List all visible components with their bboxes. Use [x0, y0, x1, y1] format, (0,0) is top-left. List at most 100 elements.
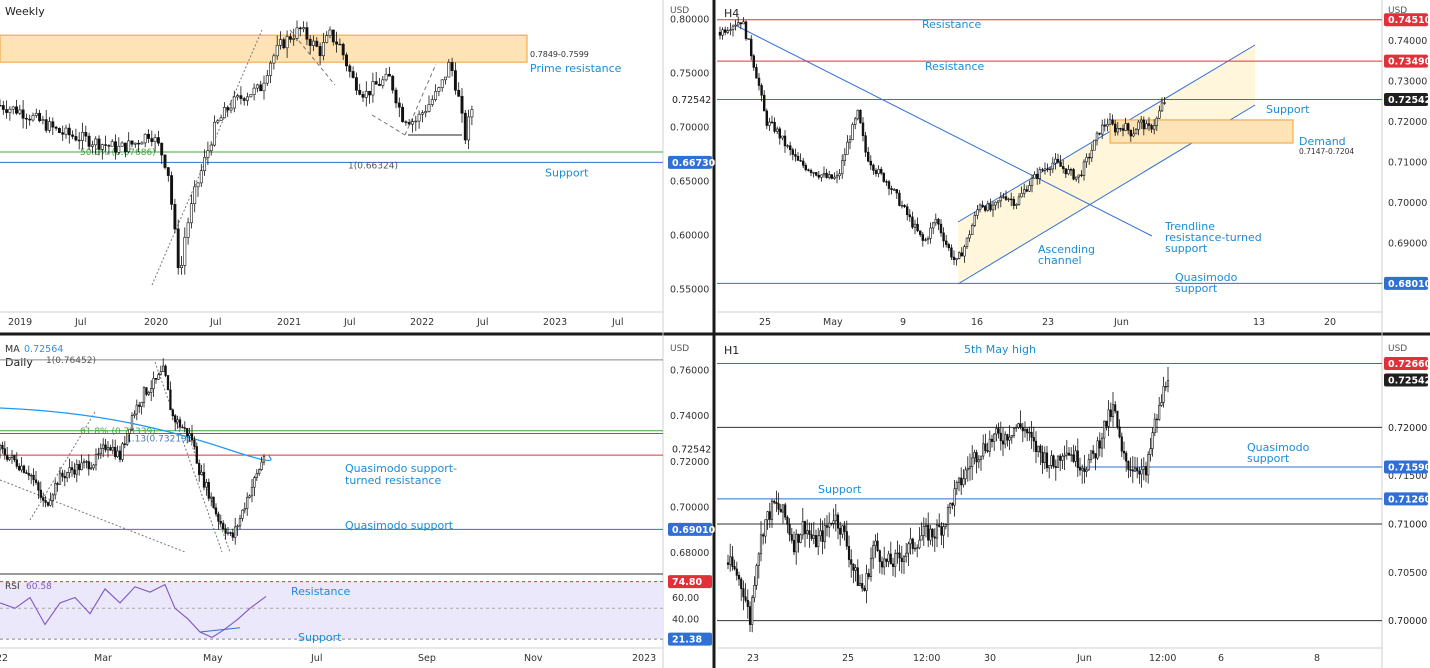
candle-body	[54, 126, 58, 129]
candle-body	[986, 203, 990, 211]
candle-body	[963, 246, 966, 257]
candle-body	[236, 525, 239, 528]
candle-body	[827, 174, 831, 178]
candle-body	[944, 524, 947, 527]
candle-body	[924, 239, 927, 241]
candle-body	[1125, 452, 1128, 462]
candle-body	[856, 567, 859, 586]
candle-body	[128, 428, 131, 434]
candle-body	[116, 450, 119, 457]
candle-body	[414, 120, 418, 123]
candle-body	[1090, 149, 1094, 159]
candle-body	[895, 189, 899, 194]
candle-body	[757, 77, 761, 86]
candle-body	[909, 538, 912, 545]
candle-body	[1077, 174, 1081, 178]
candle-body	[1061, 455, 1064, 461]
candle-body	[121, 443, 124, 460]
candle-body	[971, 457, 974, 468]
candle-body	[199, 170, 203, 184]
candle-body	[1035, 174, 1039, 179]
candle-body	[174, 415, 177, 423]
candle-body	[1012, 198, 1016, 206]
quasimodo-label-2: support	[1175, 282, 1218, 295]
candle-body	[1094, 453, 1097, 459]
candle-body	[848, 139, 852, 143]
candle-body	[931, 222, 935, 229]
candle-body	[843, 154, 847, 162]
candle-body	[1132, 133, 1135, 137]
candle-body	[54, 483, 57, 496]
candle-body	[747, 38, 750, 40]
candle-body	[1067, 452, 1071, 456]
candle-body	[973, 215, 977, 226]
x-tick-weekly: 2022	[410, 317, 434, 328]
candle-body	[22, 465, 26, 473]
candle-body	[735, 568, 738, 576]
y-tick-h4: 0.69000	[1388, 239, 1427, 250]
currency-label-daily: USD	[670, 344, 689, 354]
x-tick-daily: Jul	[310, 653, 322, 664]
candle-body	[733, 566, 736, 570]
candle-body	[205, 482, 208, 488]
candle-body	[768, 121, 771, 126]
candle-body	[1028, 431, 1031, 434]
panel-title-h4: H4	[724, 7, 739, 20]
candle-body	[1140, 469, 1143, 475]
candle-body	[130, 140, 134, 145]
candle-body	[775, 128, 779, 132]
y-tick-daily: 0.76000	[670, 366, 709, 377]
candle-body	[905, 206, 909, 216]
candle-body	[808, 530, 811, 535]
candle-body	[1067, 169, 1070, 175]
candle-body	[1002, 196, 1005, 198]
candle-body	[801, 160, 805, 166]
candle-body	[1041, 451, 1044, 464]
price-badge-value: 0.71000	[1388, 520, 1427, 531]
candle-body	[1065, 452, 1068, 456]
candle-body	[262, 456, 266, 463]
y-tick-daily: 0.70000	[670, 502, 709, 513]
candle-body	[799, 534, 802, 543]
rsi-badge-lower: 21.38	[668, 632, 712, 646]
candle-body	[1048, 168, 1052, 171]
candle-body	[850, 559, 853, 565]
candle-body	[806, 530, 809, 535]
candle-body	[147, 133, 150, 139]
candle-body	[48, 121, 51, 131]
candle-body	[1119, 128, 1122, 130]
candle-body	[957, 252, 961, 259]
candle-body	[97, 138, 101, 150]
candle-body	[921, 234, 925, 241]
x-tick-weekly: Jul	[611, 317, 623, 328]
candle-body	[420, 112, 424, 115]
candle-body	[255, 84, 259, 89]
candle-body	[41, 119, 45, 122]
candle-body	[1147, 454, 1150, 476]
candle-body	[1122, 450, 1126, 454]
candle-body	[195, 446, 198, 464]
panel-title-weekly: Weekly	[5, 5, 45, 18]
candle-body	[911, 216, 914, 228]
candle-body	[726, 562, 730, 565]
candle-body	[94, 138, 98, 146]
candle-body	[447, 62, 451, 78]
candle-body	[1087, 156, 1091, 159]
candle-body	[820, 174, 823, 178]
candle-body	[775, 502, 778, 504]
candle-body	[325, 35, 329, 43]
candle-body	[28, 118, 32, 121]
candle-body	[874, 170, 878, 174]
candle-body	[731, 25, 735, 31]
prime-resistance-zone	[0, 34, 528, 63]
candle-body	[1142, 466, 1145, 470]
candle-body	[1030, 177, 1034, 186]
candle-body	[770, 121, 774, 124]
candle-body	[137, 142, 141, 145]
candle-body	[995, 428, 998, 435]
candle-body	[955, 258, 958, 261]
candle-body	[378, 83, 381, 86]
candle-body	[1100, 124, 1104, 135]
candle-body	[1076, 450, 1079, 469]
candle-body	[830, 174, 834, 179]
